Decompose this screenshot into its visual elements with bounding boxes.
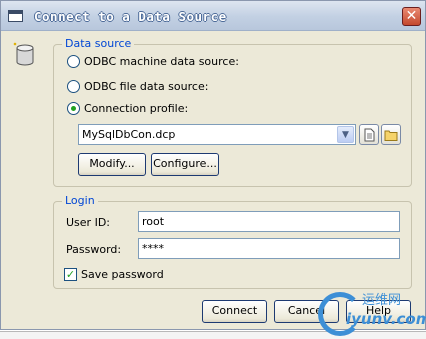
new-profile-button[interactable]: [359, 124, 379, 145]
watermark-text-cn: 运维网: [362, 293, 402, 308]
dropdown-arrow-icon[interactable]: ▼: [337, 126, 354, 143]
connect-button[interactable]: Connect: [202, 300, 267, 323]
close-button[interactable]: ✕: [402, 7, 421, 26]
data-source-group: Data source ODBC machine data source: OD…: [53, 37, 412, 187]
data-source-legend: Data source: [62, 37, 135, 50]
user-id-field[interactable]: root: [138, 211, 400, 232]
password-label: Password:: [66, 243, 122, 256]
connection-profile-radio[interactable]: Connection profile:: [67, 102, 188, 115]
configure-button[interactable]: Configure...: [151, 153, 219, 176]
dialog-window: Connect to a Data Source ✕ Data source O…: [0, 0, 426, 330]
password-field[interactable]: ****: [138, 238, 400, 259]
radio-button[interactable]: [67, 80, 80, 93]
user-id-label: User ID:: [66, 216, 110, 229]
odbc-machine-radio[interactable]: ODBC machine data source:: [67, 55, 239, 68]
profile-dropdown[interactable]: MySqlDbCon.dcp ▼: [78, 124, 356, 145]
database-icon: [13, 42, 34, 66]
save-password-checkbox[interactable]: ✓ Save password: [64, 268, 164, 281]
radio-label: ODBC file data source:: [84, 80, 209, 93]
open-folder-icon: [384, 130, 398, 141]
connect-button-label: Connect: [211, 304, 258, 317]
close-icon: ✕: [405, 8, 418, 24]
profile-dropdown-value: MySqlDbCon.dcp: [82, 128, 176, 141]
watermark-url: iyunv.com: [346, 310, 426, 328]
radio-button-selected[interactable]: [67, 102, 80, 115]
save-password-label: Save password: [81, 268, 164, 281]
window-title: Connect to a Data Source: [34, 9, 227, 24]
radio-button[interactable]: [67, 55, 80, 68]
checkbox-checked[interactable]: ✓: [64, 268, 77, 281]
configure-button-label: Configure...: [153, 157, 217, 170]
window-icon: [8, 10, 23, 22]
login-legend: Login: [62, 194, 98, 207]
open-profile-button[interactable]: [381, 124, 401, 145]
odbc-file-radio[interactable]: ODBC file data source:: [67, 80, 208, 93]
new-file-icon: [364, 128, 375, 142]
radio-label: ODBC machine data source:: [84, 55, 239, 68]
watermark-logo: 运维网 iyunv.com: [318, 288, 426, 339]
login-group: Login User ID: root Password: **** ✓ Sav…: [53, 194, 412, 289]
radio-label: Connection profile:: [84, 102, 189, 115]
modify-button[interactable]: Modify...: [78, 153, 146, 176]
title-bar[interactable]: Connect to a Data Source ✕: [1, 1, 425, 31]
modify-button-label: Modify...: [89, 157, 135, 170]
